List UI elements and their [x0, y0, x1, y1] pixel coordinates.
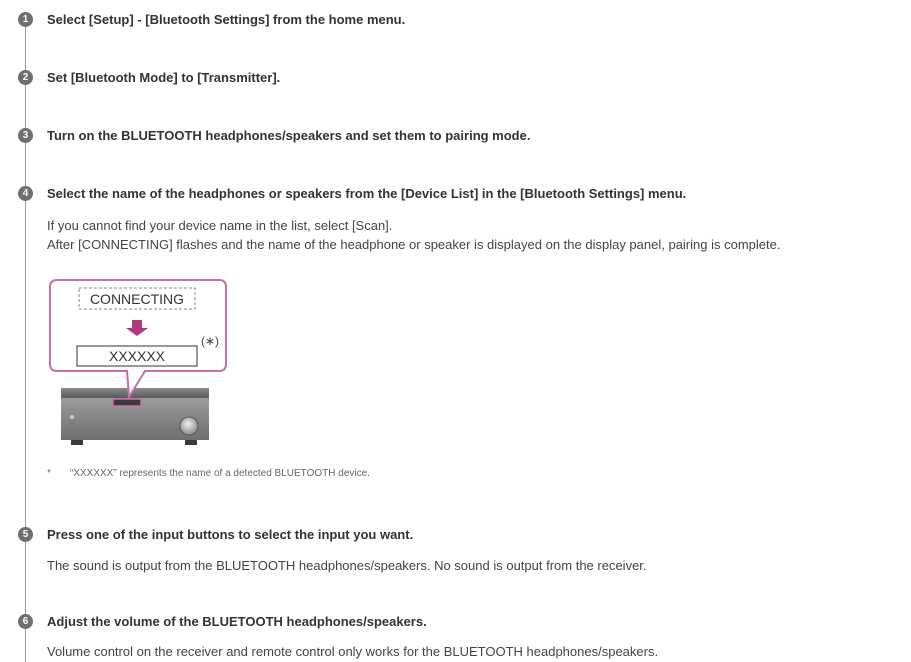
step-timeline-line [25, 14, 26, 662]
step-2-number-badge: 2 [18, 70, 33, 85]
step-2-title: Set [Bluetooth Mode] to [Transmitter]. [47, 70, 281, 85]
step-3-title: Turn on the BLUETOOTH headphones/speaker… [47, 128, 531, 143]
step-4-title: Select the name of the headphones or spe… [47, 186, 687, 201]
footnote-marker: * [47, 468, 51, 479]
step-3-number-badge: 3 [18, 128, 33, 143]
step-4-body-line-2: After [CONNECTING] flashes and the name … [47, 237, 781, 252]
pairing-illustration: CONNECTING XXXXXX (∗) [49, 279, 227, 445]
asterisk-marker: (∗) [201, 334, 219, 348]
step-4-number-badge: 4 [18, 186, 33, 201]
connecting-label: CONNECTING [90, 291, 184, 307]
step-1-number-badge: 1 [18, 12, 33, 27]
step-5-number-badge: 5 [18, 527, 33, 542]
device-name-label: XXXXXX [109, 348, 166, 364]
step-1-title: Select [Setup] - [Bluetooth Settings] fr… [47, 12, 406, 27]
step-5-body-line-1: The sound is output from the BLUETOOTH h… [47, 558, 647, 573]
step-6-title: Adjust the volume of the BLUETOOTH headp… [47, 614, 427, 629]
step-4-body-line-1: If you cannot find your device name in t… [47, 218, 393, 233]
step-6-body-line-1: Volume control on the receiver and remot… [47, 644, 659, 659]
step-6-number-badge: 6 [18, 614, 33, 629]
step-5-title: Press one of the input buttons to select… [47, 527, 414, 542]
av-receiver-image [61, 388, 209, 445]
footnote-text: “XXXXXX” represents the name of a detect… [70, 468, 370, 479]
